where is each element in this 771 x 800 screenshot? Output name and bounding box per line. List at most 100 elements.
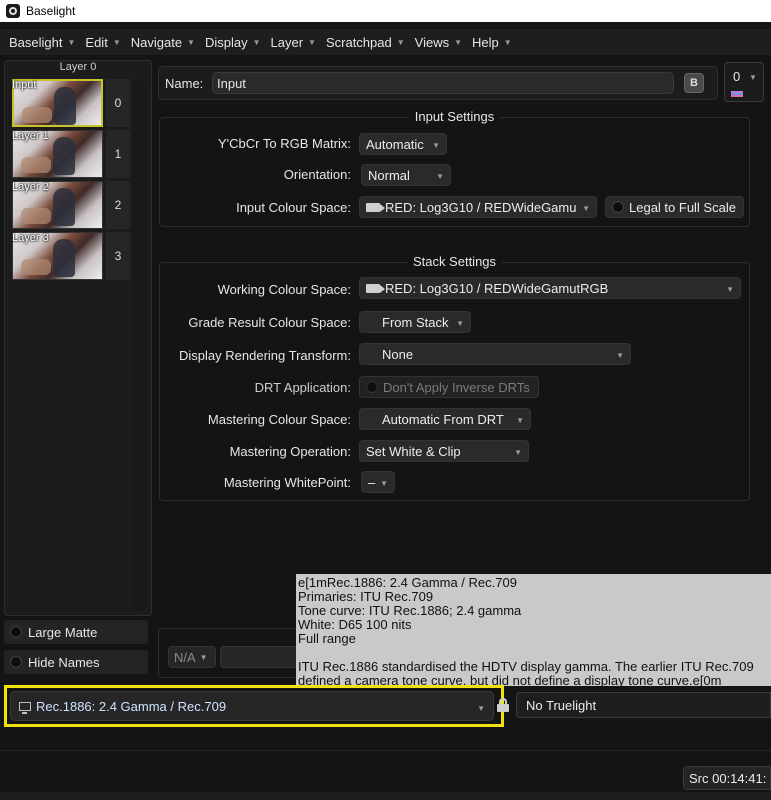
tooltip: e[1mRec.1886: 2.4 Gamma / Rec.709 Primar…: [296, 574, 771, 686]
tooltip-line: Primaries: ITU Rec.709: [298, 589, 434, 604]
layer-name: Layer 3: [12, 232, 49, 244]
radio-icon: [366, 381, 378, 393]
menu-scratchpad[interactable]: Scratchpad ▼: [321, 30, 410, 54]
truelight-dropdown[interactable]: No Truelight: [516, 692, 771, 718]
ycbcr-matrix-dropdown[interactable]: Automatic ▼: [359, 133, 447, 155]
stack-selector[interactable]: 0 ▼: [724, 62, 764, 102]
menu-views[interactable]: Views ▼: [410, 30, 467, 54]
drt-label: Display Rendering Transform:: [179, 348, 351, 363]
chevron-down-icon: ▼: [380, 479, 388, 488]
menu-edit[interactable]: Edit ▼: [80, 30, 125, 54]
working-colour-space-dropdown[interactable]: RED: Log3G10 / REDWideGamutRGB ▼: [359, 277, 741, 299]
mastering-operation-dropdown[interactable]: Set White & Clip ▼: [359, 440, 529, 462]
display-colour-space-dropdown[interactable]: Rec.1886: 2.4 Gamma / Rec.709 ▼: [10, 691, 494, 721]
section-title-text: Stack Settings: [406, 254, 503, 269]
layer-item-2[interactable]: Layer 2 2: [9, 181, 130, 231]
src-timecode: Src 00:14:41:: [683, 766, 771, 790]
chevron-down-icon: ▼: [726, 285, 734, 294]
layer-number: 3: [106, 232, 130, 280]
grade-result-colour-space-label: Grade Result Colour Space:: [188, 315, 351, 330]
dropdown-value: Automatic: [366, 136, 424, 152]
dropdown-value: N/A: [174, 649, 196, 665]
chevron-down-icon: ▼: [252, 37, 261, 47]
menu-bar: Baselight ▼ Edit ▼ Navigate ▼ Display ▼ Laye…: [0, 29, 771, 55]
menu-label: Edit: [85, 34, 108, 50]
layer-item-input[interactable]: Input 0: [9, 79, 130, 129]
menu-help[interactable]: Help ▼: [467, 30, 517, 54]
menu-baselight[interactable]: Baselight ▼: [4, 30, 80, 54]
menu-display[interactable]: Display ▼: [200, 30, 266, 54]
orientation-label: Orientation:: [283, 167, 351, 182]
na-dropdown[interactable]: N/A ▼: [168, 646, 216, 668]
menu-layer[interactable]: Layer ▼: [266, 30, 321, 54]
drt-dropdown[interactable]: None ▼: [359, 343, 631, 365]
radio-icon: [612, 201, 624, 213]
input-colour-space-label: Input Colour Space:: [236, 200, 351, 215]
chevron-down-icon: ▼: [454, 37, 463, 47]
checkbox-label: Don't Apply Inverse DRTs: [383, 379, 530, 395]
menu-label: Help: [472, 34, 499, 50]
name-label: Name:: [165, 75, 204, 91]
chevron-down-icon: ▼: [477, 704, 485, 713]
layer-name: Layer 2: [12, 181, 49, 193]
title-bar: Baselight: [0, 0, 771, 22]
menu-label: Navigate: [130, 34, 183, 50]
mastering-colour-space-dropdown[interactable]: Automatic From DRT ▼: [359, 408, 531, 430]
lock-icon[interactable]: [497, 698, 509, 712]
chevron-down-icon: ▼: [67, 37, 76, 47]
legal-to-full-scale-checkbox[interactable]: Legal to Full Scale: [605, 196, 744, 218]
layer-item-1[interactable]: Layer 1 1: [9, 130, 130, 180]
checkbox-label: Legal to Full Scale: [629, 199, 736, 215]
mastering-colour-space-label: Mastering Colour Space:: [207, 412, 351, 427]
chevron-down-icon: ▼: [432, 141, 440, 150]
ycbcr-label: Y'CbCr To RGB Matrix:: [218, 136, 351, 151]
menu-navigate[interactable]: Navigate ▼: [126, 30, 200, 54]
menu-label: Views: [414, 34, 450, 50]
timeline-strip[interactable]: [0, 792, 771, 800]
hide-names-toggle[interactable]: Hide Names: [4, 650, 148, 674]
dropdown-value: RED: Log3G10 / REDWideGamu: [385, 199, 577, 215]
layer-list-panel: Layer 0 Input 0 Layer 1 1 Layer 2 2 Laye…: [4, 60, 152, 616]
dont-apply-inverse-drts-checkbox[interactable]: Don't Apply Inverse DRTs: [359, 376, 539, 398]
dropdown-value: Rec.1886: 2.4 Gamma / Rec.709: [36, 698, 227, 714]
dropdown-value: From Stack: [382, 314, 449, 330]
menu-label: Display: [204, 34, 248, 50]
chevron-down-icon: ▼: [749, 73, 757, 82]
camera-icon: [366, 202, 385, 212]
menu-label: Baselight: [9, 34, 63, 50]
lower-field[interactable]: [220, 646, 300, 668]
b-button[interactable]: B: [684, 73, 704, 93]
menu-label: Layer: [270, 34, 304, 50]
layer-list-scrollbar[interactable]: [133, 81, 145, 611]
radio-icon: [10, 626, 22, 638]
chevron-down-icon: ▼: [112, 37, 121, 47]
drt-application-label: DRT Application:: [254, 380, 351, 395]
radio-icon: [10, 656, 22, 668]
chevron-down-icon: ▼: [199, 652, 208, 662]
tooltip-line: [298, 646, 771, 660]
layer-name: Layer 1: [12, 130, 49, 142]
dropdown-value: Automatic From DRT: [382, 411, 504, 427]
tooltip-line: Tone curve: ITU Rec.1886; 2.4 gamma: [298, 603, 522, 618]
grade-result-colour-space-dropdown[interactable]: From Stack ▼: [359, 311, 471, 333]
color-bars-icon: [731, 91, 743, 97]
name-input[interactable]: [212, 72, 674, 94]
chevron-down-icon: ▼: [396, 37, 405, 47]
tooltip-line: Full range: [298, 631, 356, 646]
name-row: Name: B: [158, 66, 718, 100]
chevron-down-icon: ▼: [456, 319, 464, 328]
orientation-dropdown[interactable]: Normal ▼: [361, 164, 451, 186]
chevron-down-icon: ▼: [514, 448, 522, 457]
layer-number: 2: [106, 181, 130, 229]
chevron-down-icon: ▼: [308, 37, 316, 47]
camera-icon: [366, 283, 385, 293]
mastering-whitepoint-dropdown[interactable]: – ▼: [361, 471, 395, 493]
layer-name: Input: [12, 79, 37, 91]
chevron-down-icon: ▼: [187, 37, 195, 47]
large-matte-toggle[interactable]: Large Matte: [4, 620, 148, 644]
dropdown-value: RED: Log3G10 / REDWideGamutRGB: [385, 280, 609, 296]
layer-list-header: Layer 0: [59, 61, 97, 73]
layer-item-3[interactable]: Layer 3 3: [9, 232, 130, 282]
input-colour-space-dropdown[interactable]: RED: Log3G10 / REDWideGamu ▼: [359, 196, 597, 218]
mastering-operation-label: Mastering Operation:: [229, 444, 351, 459]
